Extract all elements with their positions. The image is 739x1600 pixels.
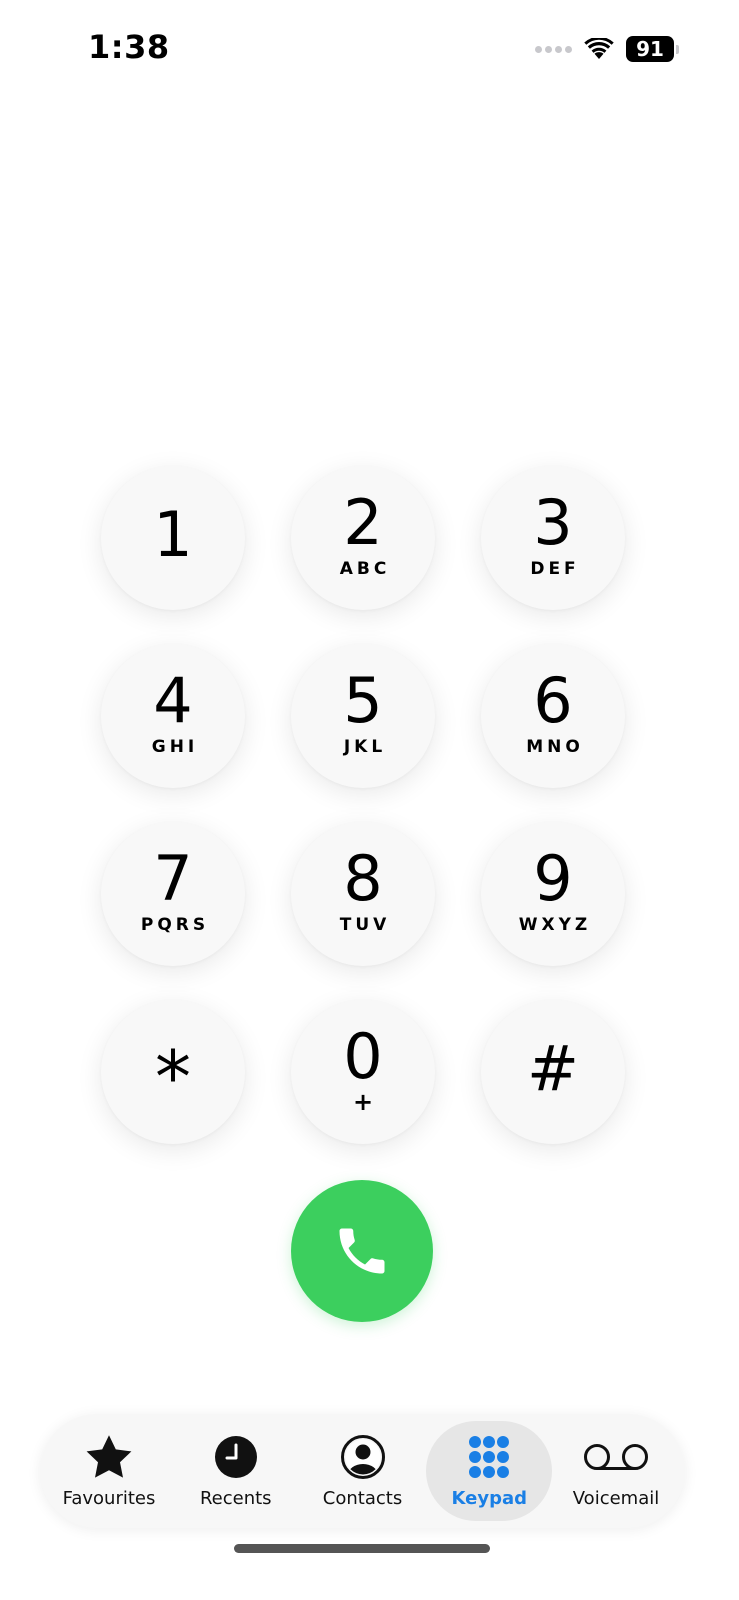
- tab-label: Favourites: [62, 1487, 156, 1509]
- key-digit: 6: [533, 664, 573, 737]
- clock-icon: [214, 1435, 257, 1478]
- key-letters: DEF: [530, 559, 580, 579]
- key-0[interactable]: 0 +: [291, 1000, 435, 1144]
- wifi-icon: [584, 38, 614, 59]
- call-button[interactable]: [291, 1180, 433, 1322]
- status-time: 1:38: [88, 28, 170, 66]
- key-digit: 7: [153, 842, 193, 915]
- tab-label: Contacts: [322, 1487, 403, 1509]
- voicemail-icon: [584, 1443, 648, 1470]
- key-1[interactable]: 1: [101, 466, 245, 610]
- key-digit: 3: [533, 486, 573, 559]
- key-4[interactable]: 4 GHI: [101, 644, 245, 788]
- tab-voicemail[interactable]: Voicemail: [553, 1421, 679, 1521]
- key-letters: JKL: [343, 737, 387, 757]
- battery-level: 91: [626, 36, 674, 62]
- tab-label: Voicemail: [572, 1487, 660, 1509]
- star-icon: [86, 1434, 132, 1478]
- tab-label: Keypad: [451, 1487, 528, 1509]
- key-letters: WXYZ: [518, 915, 592, 935]
- key-letters: TUV: [339, 915, 391, 935]
- tab-contacts[interactable]: Contacts: [300, 1421, 426, 1521]
- key-digit: 4: [153, 664, 193, 737]
- key-8[interactable]: 8 TUV: [291, 822, 435, 966]
- key-digit: 1: [153, 498, 193, 571]
- battery-icon: 91: [626, 36, 679, 62]
- key-digit: 9: [533, 842, 573, 915]
- key-star[interactable]: *: [101, 1000, 245, 1144]
- tab-recents[interactable]: Recents: [173, 1421, 299, 1521]
- key-digit: 2: [343, 486, 383, 559]
- tab-keypad[interactable]: Keypad: [426, 1421, 553, 1521]
- key-letters: MNO: [526, 737, 584, 757]
- key-3[interactable]: 3 DEF: [481, 466, 625, 610]
- key-7[interactable]: 7 PQRS: [101, 822, 245, 966]
- key-letters: ABC: [339, 559, 391, 579]
- key-digit: #: [527, 1032, 579, 1105]
- key-letters: +: [352, 1088, 374, 1116]
- key-digit: 5: [343, 664, 383, 737]
- cellular-signal-icon: [535, 45, 572, 53]
- key-digit: 0: [343, 1020, 383, 1093]
- key-2[interactable]: 2 ABC: [291, 466, 435, 610]
- key-hash[interactable]: #: [481, 1000, 625, 1144]
- dial-keypad: 1 2 ABC 3 DEF 4 GHI 5 JKL 6 MNO 7 PQRS 8…: [101, 466, 625, 1144]
- key-digit: 8: [343, 842, 383, 915]
- phone-icon: [339, 1228, 385, 1274]
- key-letters: PQRS: [140, 915, 210, 935]
- key-5[interactable]: 5 JKL: [291, 644, 435, 788]
- tab-label: Recents: [199, 1487, 272, 1509]
- key-letters: GHI: [151, 737, 199, 757]
- tab-bar: Favourites Recents Contacts Keypad Voice…: [40, 1414, 685, 1528]
- key-6[interactable]: 6 MNO: [481, 644, 625, 788]
- home-indicator[interactable]: [234, 1544, 490, 1553]
- status-icons: 91: [535, 34, 679, 64]
- keypad-icon: [469, 1435, 510, 1478]
- key-9[interactable]: 9 WXYZ: [481, 822, 625, 966]
- key-digit: *: [155, 1035, 191, 1119]
- tab-favourites[interactable]: Favourites: [46, 1421, 172, 1521]
- person-icon: [340, 1434, 385, 1479]
